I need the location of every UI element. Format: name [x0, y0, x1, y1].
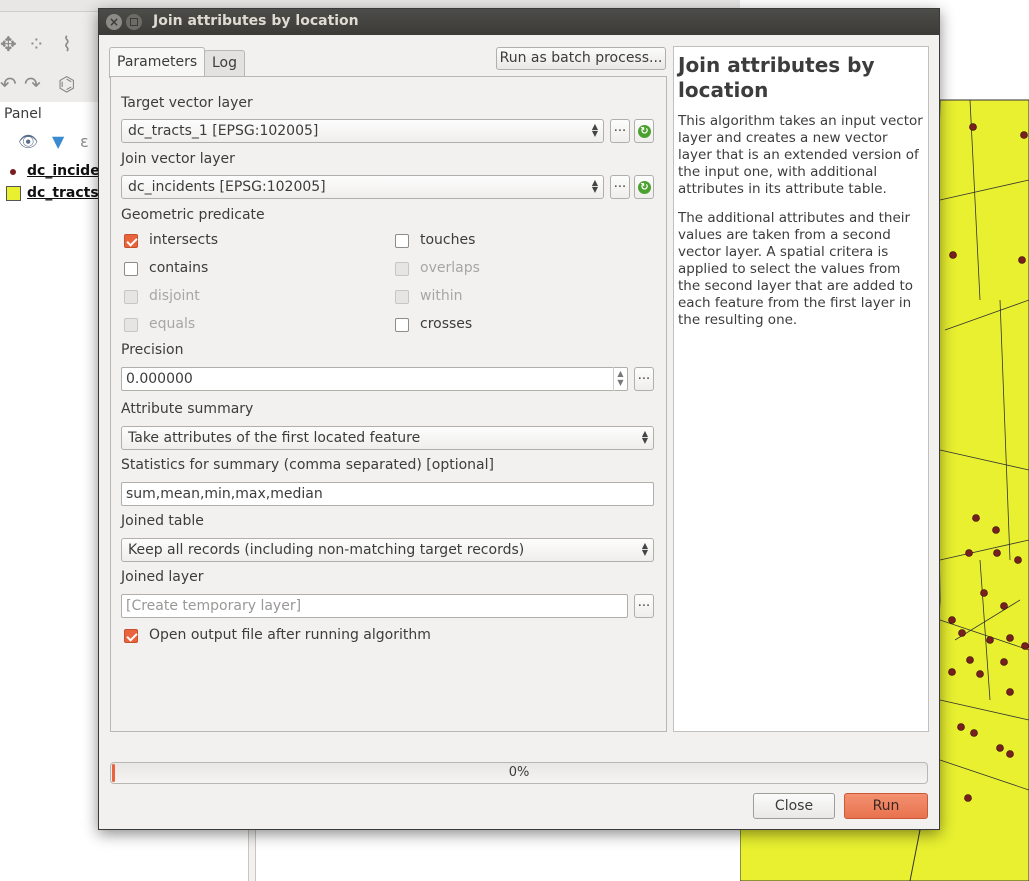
- layer-name: dc_tracts_: [27, 185, 98, 201]
- run-button[interactable]: Run: [844, 793, 928, 819]
- combo-arrows-icon: ▲ ▼: [641, 541, 648, 557]
- digitizing-toolbar: ✥ ⁘ ⌇ ↶ ↷ ⌬: [0, 12, 98, 102]
- statistics-label: Statistics for summary (comma separated)…: [121, 457, 494, 473]
- iterate-icon: ↻: [638, 181, 651, 194]
- checkbox-label: disjoint: [149, 288, 200, 304]
- predicate-label: Geometric predicate: [121, 207, 265, 223]
- joined-layer-browse-button[interactable]: ...: [634, 594, 654, 618]
- checkbox-box: [395, 262, 409, 276]
- attribute-summary-label: Attribute summary: [121, 401, 254, 417]
- visibility-eye-icon[interactable]: 👁: [18, 132, 38, 152]
- checkbox-box[interactable]: [395, 318, 409, 332]
- run-button-label: Run: [872, 798, 900, 814]
- combo-arrows-icon: ▲ ▼: [591, 122, 598, 138]
- attribute-summary-combo[interactable]: Take attributes of the first located fea…: [121, 426, 654, 450]
- attribute-summary-value: Take attributes of the first located fea…: [128, 430, 421, 446]
- layer-name: dc_incider: [27, 163, 98, 179]
- precision-value: 0.000000: [126, 371, 193, 387]
- target-layer-iterate-button[interactable]: ↻: [634, 119, 654, 143]
- statistics-input[interactable]: sum,mean,min,max,median: [121, 482, 654, 506]
- checkbox-box: [124, 318, 138, 332]
- tab-parameters[interactable]: Parameters: [109, 47, 206, 78]
- join-layer-iterate-button[interactable]: ↻: [634, 175, 654, 199]
- checkbox-label: overlaps: [420, 260, 480, 276]
- layer-item-tracts[interactable]: dc_tracts_: [0, 183, 98, 205]
- dialog-title: Join attributes by location: [153, 13, 359, 29]
- layers-panel-title: Panel: [4, 106, 42, 122]
- precision-input[interactable]: 0.000000: [121, 367, 628, 391]
- checkbox-label: Open output file after running algorithm: [149, 627, 431, 643]
- statistics-value: sum,mean,min,max,median: [126, 486, 323, 502]
- join-layer-label: Join vector layer: [121, 151, 235, 167]
- checkbox-box[interactable]: [124, 629, 138, 643]
- dialog-titlebar[interactable]: × Join attributes by location: [99, 9, 939, 35]
- expression-icon[interactable]: ε: [80, 132, 89, 152]
- checkbox-label: equals: [149, 316, 196, 332]
- checkbox-box: [124, 290, 138, 304]
- joined-layer-placeholder: [Create temporary layer]: [126, 598, 302, 614]
- point-symbol-icon: [10, 169, 16, 175]
- add-vertex-icon[interactable]: ⁘: [28, 34, 45, 54]
- undo-icon[interactable]: ↶: [0, 74, 17, 94]
- tab-log[interactable]: Log: [204, 50, 246, 77]
- join-layer-combo[interactable]: dc_incidents [EPSG:102005] ▲ ▼: [121, 175, 604, 199]
- help-title: Join attributes by location: [678, 53, 875, 102]
- progress-bar: 0%: [110, 762, 928, 784]
- help-paragraph: The additional attributes and their valu…: [678, 210, 914, 328]
- joined-layer-label: Joined layer: [121, 569, 204, 585]
- join-attributes-dialog: × Join attributes by location Parameters…: [98, 8, 940, 830]
- parameters-panel: Target vector layer dc_tracts_1 [EPSG:10…: [110, 76, 667, 732]
- run-batch-button[interactable]: Run as batch process...: [496, 47, 666, 70]
- joined-table-label: Joined table: [121, 513, 204, 529]
- close-window-icon[interactable]: ×: [106, 14, 122, 30]
- checkbox-box: [395, 290, 409, 304]
- reshape-icon[interactable]: ⌇: [62, 34, 72, 54]
- join-layer-value: dc_incidents [EPSG:102005]: [128, 179, 326, 195]
- joined-table-combo[interactable]: Keep all records (including non-matching…: [121, 538, 654, 562]
- checkbox-box[interactable]: [124, 262, 138, 276]
- target-layer-browse-button[interactable]: ...: [610, 119, 630, 143]
- redo-icon[interactable]: ↷: [24, 74, 41, 94]
- precision-expression-button[interactable]: ...: [634, 367, 654, 391]
- checkbox-box[interactable]: [124, 234, 138, 248]
- progress-text: 0%: [508, 765, 530, 780]
- checkbox-label: crosses: [420, 316, 473, 332]
- minimize-window-icon[interactable]: [126, 14, 142, 30]
- checkbox-label: touches: [420, 232, 476, 248]
- join-layer-browse-button[interactable]: ...: [610, 175, 630, 199]
- precision-label: Precision: [121, 342, 184, 358]
- close-button[interactable]: Close: [753, 793, 835, 819]
- filter-icon[interactable]: ▼: [52, 132, 64, 152]
- joined-layer-output-input[interactable]: [Create temporary layer]: [121, 594, 628, 618]
- checkbox-label: intersects: [149, 232, 219, 248]
- checkbox-label: contains: [149, 260, 209, 276]
- node-tool-icon[interactable]: ✥: [0, 34, 17, 54]
- combo-arrows-icon: ▲ ▼: [641, 429, 648, 445]
- target-layer-combo[interactable]: dc_tracts_1 [EPSG:102005] ▲ ▼: [121, 119, 604, 143]
- layer-item-incidents[interactable]: dc_incider: [0, 161, 98, 183]
- iterate-icon: ↻: [638, 125, 651, 138]
- layers-panel-toolbar: 👁 ▼ ε: [0, 130, 98, 156]
- checkbox-label: within: [420, 288, 463, 304]
- help-panel: Join attributes by location This algorit…: [673, 46, 929, 732]
- precision-spin-arrows-icon[interactable]: ▲ ▼: [613, 367, 627, 391]
- target-layer-value: dc_tracts_1 [EPSG:102005]: [128, 123, 319, 139]
- help-paragraph: This algorithm takes an input vector lay…: [678, 113, 923, 197]
- checkbox-box[interactable]: [395, 234, 409, 248]
- joined-table-value: Keep all records (including non-matching…: [128, 542, 525, 558]
- target-layer-label: Target vector layer: [121, 95, 253, 111]
- polygon-symbol-icon: [6, 186, 21, 201]
- label-tool-icon[interactable]: ⌬: [58, 74, 75, 94]
- combo-arrows-icon: ▲ ▼: [591, 178, 598, 194]
- close-button-label: Close: [774, 798, 814, 814]
